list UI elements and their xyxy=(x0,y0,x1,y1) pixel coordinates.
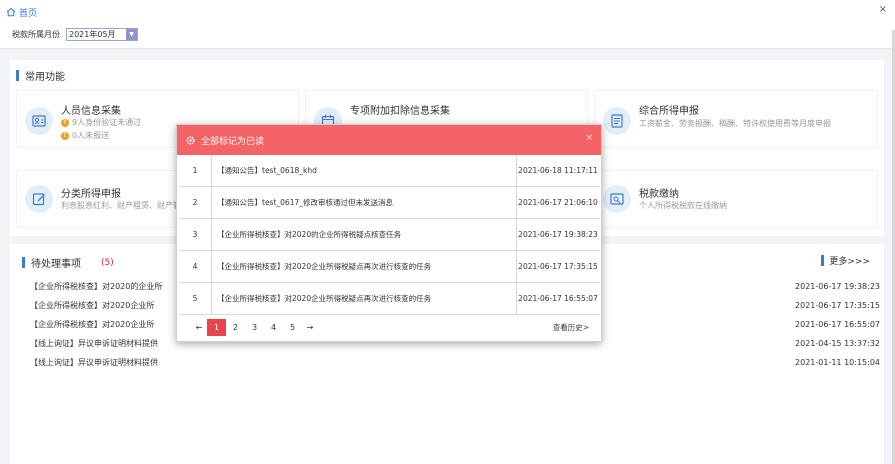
table-row[interactable]: 2 【通知公告】test_0617_修改审核通过但未发送消息 2021-06-1… xyxy=(179,187,599,219)
payment-icon xyxy=(603,185,631,213)
card-tax-payment[interactable]: 税款缴纳 个人所得税税款在线缴纳 xyxy=(594,170,878,228)
top-bar: 首页 × 税款所属月份 2021年05月 ▼ xyxy=(0,0,895,49)
home-icon xyxy=(6,7,16,17)
prev-page-button[interactable]: ← xyxy=(191,319,207,336)
card-title: 专项附加扣除信息采集 xyxy=(350,106,450,117)
card-subtitle: 个人所得税税款在线缴纳 xyxy=(639,201,727,210)
page-button-2[interactable]: 2 xyxy=(226,319,245,336)
section-title: 常用功能 xyxy=(16,68,65,83)
item-date: 2021-01-11 10:15:04 xyxy=(795,358,880,367)
row-date: 2021-06-17 21:06:10 xyxy=(518,198,598,207)
item-text: 【线上询证】异议申诉证明材料提供 xyxy=(30,358,158,367)
id-card-icon xyxy=(25,107,53,135)
item-date: 2021-06-17 16:55:07 xyxy=(795,320,880,329)
row-title: 【企业所得税核查】对2020的企业所得税疑点核查任务 xyxy=(212,219,517,250)
row-number: 5 xyxy=(179,283,212,314)
page-button-1[interactable]: 1 xyxy=(207,318,226,336)
row-title: 【企业所得税核查】对2020企业所得税疑点再次进行核查的任务 xyxy=(212,251,517,282)
pagination: ← 1 2 3 4 5 → 查看历史> xyxy=(177,315,601,339)
item-text: 【线上询证】异议申诉证明材料提供 xyxy=(30,339,158,348)
warning-icon: ! xyxy=(61,118,69,127)
month-select[interactable]: 2021年05月 ▼ xyxy=(66,28,138,41)
table-row[interactable]: 5 【企业所得税核查】对2020企业所得税疑点再次进行核查的任务 2021-06… xyxy=(179,283,599,315)
row-title: 【企业所得税核查】对2020企业所得税疑点再次进行核查的任务 xyxy=(212,283,517,314)
table-row[interactable]: 1 【通知公告】test_0618_khd 2021-06-18 11:17:1… xyxy=(179,155,599,187)
next-page-button[interactable]: → xyxy=(302,319,318,336)
breadcrumb-label: 首页 xyxy=(19,8,38,19)
warning-icon: ! xyxy=(61,131,69,140)
warn-text: 0人未报送 xyxy=(72,131,110,140)
row-number: 3 xyxy=(179,219,212,250)
pending-count-badge: (5) xyxy=(101,257,114,268)
row-date: 2021-06-17 19:38:23 xyxy=(518,230,598,239)
chevron-down-icon: ▼ xyxy=(126,29,137,40)
title-accent-bar xyxy=(22,257,25,268)
more-link-text: 更多>>> xyxy=(829,257,870,267)
notification-modal: 全部标记为已读 × 1 【通知公告】test_0618_khd 2021-06-… xyxy=(176,124,602,342)
card-comprehensive-income[interactable]: 综合所得申报 工资薪金、劳务报酬、稿酬、特许权使用费等月度申报 xyxy=(594,90,878,148)
title-accent-bar xyxy=(16,70,19,81)
card-title: 人员信息采集 xyxy=(61,106,121,117)
item-text: 【企业所得税核查】对2020企业所 xyxy=(30,301,155,310)
month-row: 税款所属月份 2021年05月 ▼ xyxy=(12,28,138,41)
notification-table: 1 【通知公告】test_0618_khd 2021-06-18 11:17:1… xyxy=(179,155,599,315)
month-value: 2021年05月 xyxy=(69,30,116,39)
card-subtitle: 利息股息红利、财产租赁、财产转 xyxy=(61,201,181,210)
warn-line-1: ! 9人身份验证未通过 xyxy=(61,117,141,128)
list-item[interactable]: 【线上询证】异议申诉证明材料提供 2021-01-11 10:15:04 xyxy=(30,355,880,374)
row-title: 【通知公告】test_0617_修改审核通过但未发送消息 xyxy=(212,187,517,218)
page-button-4[interactable]: 4 xyxy=(264,319,283,336)
row-date: 2021-06-18 11:17:11 xyxy=(518,166,598,175)
item-date: 2021-06-17 17:35:15 xyxy=(795,301,880,310)
row-date: 2021-06-17 16:55:07 xyxy=(518,294,598,303)
item-date: 2021-04-15 13:37:32 xyxy=(795,339,880,348)
row-number: 4 xyxy=(179,251,212,282)
page-button-5[interactable]: 5 xyxy=(283,319,302,336)
row-title: 【通知公告】test_0618_khd xyxy=(212,155,517,186)
warn-text: 9人身份验证未通过 xyxy=(72,118,142,127)
warn-line-2: ! 0人未报送 xyxy=(61,130,109,141)
month-label: 税款所属月份 xyxy=(12,30,60,39)
breadcrumb-home[interactable]: 首页 xyxy=(6,5,37,19)
card-title: 税款缴纳 xyxy=(639,189,679,200)
edit-icon xyxy=(25,185,53,213)
more-link[interactable]: 更多>>> xyxy=(821,254,870,267)
item-date: 2021-06-17 19:38:23 xyxy=(795,282,880,291)
gear-icon xyxy=(186,135,195,145)
table-row[interactable]: 4 【企业所得税核查】对2020企业所得税疑点再次进行核查的任务 2021-06… xyxy=(179,251,599,283)
section-title-text: 常用功能 xyxy=(25,72,65,83)
card-title: 综合所得申报 xyxy=(639,106,699,117)
card-subtitle: 工资薪金、劳务报酬、稿酬、特许权使用费等月度申报 xyxy=(639,119,831,128)
pending-title-text: 待处理事项 xyxy=(31,259,81,270)
pending-title: 待处理事项 (5) xyxy=(22,255,114,270)
card-title: 分类所得申报 xyxy=(61,189,121,200)
view-history-link[interactable]: 查看历史> xyxy=(553,322,589,333)
close-icon[interactable]: × xyxy=(879,4,887,15)
row-number: 1 xyxy=(179,155,212,186)
table-row[interactable]: 3 【企业所得税核查】对2020的企业所得税疑点核查任务 2021-06-17 … xyxy=(179,219,599,251)
title-accent-bar xyxy=(821,255,825,266)
row-date: 2021-06-17 17:35:15 xyxy=(518,262,598,271)
mark-all-read-button[interactable]: 全部标记为已读 × xyxy=(177,125,601,155)
document-icon xyxy=(603,107,631,135)
item-text: 【企业所得税核查】对2020企业所 xyxy=(30,320,155,329)
page-button-3[interactable]: 3 xyxy=(245,319,264,336)
close-icon[interactable]: × xyxy=(585,133,593,143)
modal-header-text: 全部标记为已读 xyxy=(201,136,265,147)
row-number: 2 xyxy=(179,187,212,218)
item-text: 【企业所得税核查】对2020的企业所 xyxy=(30,282,163,291)
